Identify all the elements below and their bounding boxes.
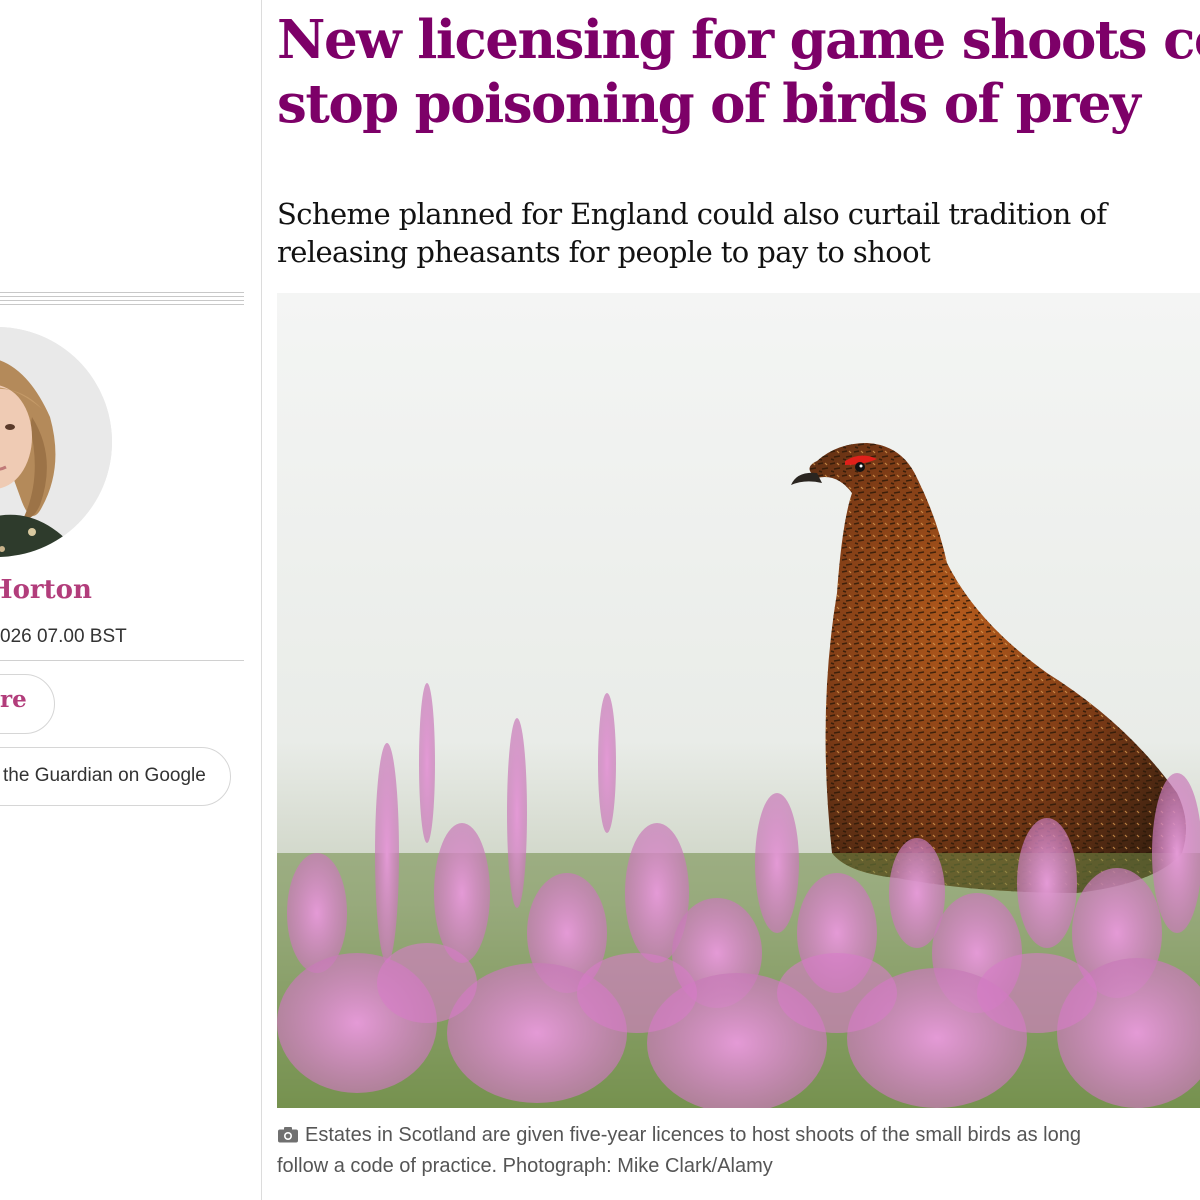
author-byline-link[interactable]: Horton (0, 575, 92, 605)
caption-text-2: follow a code of practice. Photograph: M… (277, 1155, 773, 1177)
caption-text-1: Estates in Scotland are given five-year … (305, 1124, 1081, 1146)
publish-date: 026 07.00 BST (0, 626, 127, 647)
article-page: Horton 026 07.00 BST re the Guardian on … (0, 0, 1200, 1200)
camera-icon (278, 1127, 298, 1143)
meta-top-rules (0, 292, 244, 308)
headline-line-1: New licensing for game shoots could (277, 9, 1200, 71)
caption-line-1: Estates in Scotland are given five-year … (277, 1120, 1200, 1151)
main-article-photo[interactable] (277, 293, 1200, 1108)
standfirst-line-1: Scheme planned for England could also cu… (277, 197, 1107, 231)
meta-divider (0, 660, 244, 661)
column-divider (261, 0, 262, 1200)
headline-line-2: stop poisoning of birds of prey (277, 73, 1141, 135)
share-button-label[interactable]: re (0, 686, 27, 713)
photo-caption: Estates in Scotland are given five-year … (277, 1120, 1200, 1182)
google-preferred-source-label[interactable]: the Guardian on Google (3, 765, 206, 787)
article-standfirst: Scheme planned for England could also cu… (277, 195, 1187, 271)
article-headline: New licensing for game shoots could stop… (277, 8, 1200, 136)
standfirst-line-2: releasing pheasants for people to pay to… (277, 235, 931, 269)
